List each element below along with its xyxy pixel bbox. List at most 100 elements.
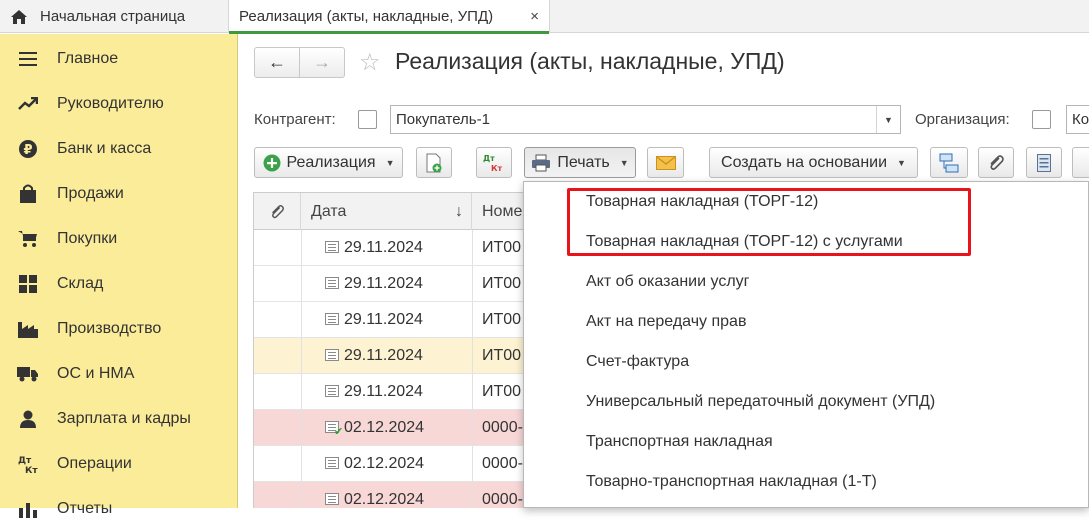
more-button[interactable] bbox=[1072, 147, 1089, 178]
counterparty-field[interactable]: Покупатель-1 ▼ bbox=[390, 105, 901, 134]
date-cell: 29.11.2024 bbox=[344, 346, 423, 364]
sidebar-item-label: Банк и касса bbox=[57, 139, 152, 157]
ruble-icon: ₽ bbox=[17, 138, 39, 160]
table-row[interactable]: ✔ 02.12.2024 0000- bbox=[254, 410, 553, 446]
number-cell: 0000- bbox=[482, 490, 523, 508]
table-row[interactable]: 29.11.2024 ИТ00 bbox=[254, 230, 553, 266]
table-row[interactable]: 29.11.2024 ИТ00 bbox=[254, 338, 553, 374]
star-icon[interactable]: ☆ bbox=[359, 48, 381, 77]
number-cell: 0000- bbox=[482, 418, 523, 436]
counterparty-label: Контрагент: bbox=[254, 111, 336, 128]
sidebar-item-manager[interactable]: Руководителю bbox=[0, 81, 238, 126]
cell-divider bbox=[472, 230, 473, 265]
sidebar-item-operations[interactable]: Дт Кт Операции bbox=[0, 441, 238, 486]
date-column-header[interactable]: Дата ↓ bbox=[301, 193, 472, 230]
document-icon bbox=[325, 385, 339, 397]
create-based-on-label: Создать на основании bbox=[721, 153, 888, 171]
sidebar-item-bank[interactable]: ₽ Банк и касса bbox=[0, 126, 238, 171]
documents-table: Дата ↓ Номе 29.11.2024 ИТ00 29.11.2024 ИТ00… bbox=[253, 192, 553, 508]
cell-divider bbox=[301, 338, 302, 373]
organization-field[interactable]: Ко bbox=[1066, 105, 1089, 134]
document-icon bbox=[325, 313, 339, 325]
sidebar-item-label: Руководителю bbox=[57, 94, 164, 112]
envelope-icon bbox=[655, 155, 676, 170]
menu-item-upd[interactable]: Универсальный передаточный документ (УПД… bbox=[524, 382, 1089, 422]
sidebar-item-fixed-assets[interactable]: ОС и НМА bbox=[0, 351, 238, 396]
back-button[interactable]: ← bbox=[255, 48, 299, 77]
cell-divider bbox=[301, 410, 302, 445]
copy-document-button[interactable] bbox=[416, 147, 452, 178]
table-row[interactable]: 29.11.2024 ИТ00 bbox=[254, 266, 553, 302]
chevron-down-icon: ▼ bbox=[619, 157, 629, 168]
cell-divider bbox=[301, 302, 302, 337]
date-cell: 29.11.2024 bbox=[344, 310, 423, 328]
highlight-frame bbox=[567, 188, 971, 256]
date-column-label: Дата bbox=[311, 202, 347, 220]
table-row[interactable]: 29.11.2024 ИТ00 bbox=[254, 302, 553, 338]
list-icon bbox=[1037, 153, 1051, 172]
menu-item-invoice[interactable]: Счет-фактура bbox=[524, 342, 1089, 382]
cell-divider bbox=[301, 482, 302, 508]
sidebar-item-purchases[interactable]: Покупки bbox=[0, 216, 238, 261]
table-row[interactable]: 02.12.2024 0000- bbox=[254, 446, 553, 482]
sidebar-item-warehouse[interactable]: Склад bbox=[0, 261, 238, 306]
shopping-bag-icon bbox=[17, 183, 39, 205]
table-header: Дата ↓ Номе bbox=[254, 192, 553, 230]
create-realization-button[interactable]: Реализация ▼ bbox=[254, 147, 403, 178]
structure-button[interactable] bbox=[930, 147, 968, 178]
sidebar-item-label: Отчеты bbox=[57, 499, 113, 517]
list-view-button[interactable] bbox=[1026, 147, 1062, 178]
number-column-label: Номе bbox=[482, 202, 523, 220]
menu-item-transport-waybill[interactable]: Транспортная накладная bbox=[524, 422, 1089, 462]
add-circle-icon bbox=[263, 154, 281, 171]
person-icon bbox=[17, 408, 39, 430]
counterparty-value: Покупатель-1 bbox=[396, 111, 490, 128]
counterparty-checkbox[interactable] bbox=[358, 110, 377, 129]
tab-realization[interactable]: Реализация (акты, накладные, УПД) × bbox=[228, 0, 550, 34]
email-button[interactable] bbox=[647, 147, 684, 178]
sidebar-item-label: Покупки bbox=[57, 229, 118, 247]
attachment-column-header[interactable] bbox=[254, 193, 301, 230]
table-row[interactable]: 29.11.2024 ИТ00 bbox=[254, 374, 553, 410]
forward-button[interactable]: → bbox=[299, 48, 344, 77]
date-cell: 29.11.2024 bbox=[344, 274, 423, 292]
tab-home[interactable]: Начальная страница bbox=[0, 0, 228, 33]
number-cell: ИТ00 bbox=[482, 274, 522, 292]
create-based-on-button[interactable]: Создать на основании ▼ bbox=[709, 147, 918, 178]
table-row[interactable]: 02.12.2024 0000- bbox=[254, 482, 553, 508]
create-realization-label: Реализация bbox=[286, 153, 376, 171]
menu-item-rights-act[interactable]: Акт на передачу прав bbox=[524, 302, 1089, 342]
nav-buttons: ← → bbox=[254, 47, 345, 78]
cart-icon bbox=[17, 228, 39, 250]
warehouse-icon bbox=[17, 273, 39, 295]
document-icon bbox=[325, 349, 339, 361]
date-cell: 02.12.2024 bbox=[344, 490, 425, 508]
menu-item-ttn-1t[interactable]: Товарно-транспортная накладная (1-Т) bbox=[524, 462, 1089, 502]
sidebar-item-salary[interactable]: Зарплата и кадры bbox=[0, 396, 238, 441]
new-document-icon bbox=[426, 153, 442, 172]
close-icon[interactable]: × bbox=[530, 8, 539, 25]
menu-item-services-act[interactable]: Акт об оказании услуг bbox=[524, 262, 1089, 302]
sidebar-item-production[interactable]: Производство bbox=[0, 306, 238, 351]
page-title: Реализация (акты, накладные, УПД) bbox=[395, 48, 785, 74]
dt-kt-button[interactable]: Дт Кт bbox=[476, 147, 512, 178]
sidebar-item-label: Операции bbox=[57, 454, 132, 472]
sidebar-item-reports[interactable]: Отчеты bbox=[0, 486, 238, 531]
sidebar-item-label: Производство bbox=[57, 319, 162, 337]
print-button[interactable]: Печать ▼ bbox=[524, 147, 636, 178]
chevron-down-icon[interactable]: ▼ bbox=[876, 106, 900, 133]
document-icon bbox=[325, 493, 339, 505]
tab-bar: Начальная страница Реализация (акты, нак… bbox=[0, 0, 1089, 34]
sidebar-item-sales[interactable]: Продажи bbox=[0, 171, 238, 216]
cell-divider bbox=[301, 374, 302, 409]
organization-label: Организация: bbox=[915, 111, 1010, 128]
sidebar-item-label: Склад bbox=[57, 274, 104, 292]
menu-icon bbox=[17, 48, 39, 70]
attach-file-button[interactable] bbox=[978, 147, 1014, 178]
paperclip-icon bbox=[990, 154, 1004, 170]
printer-icon bbox=[532, 154, 551, 171]
print-label: Печать bbox=[557, 153, 610, 171]
organization-checkbox[interactable] bbox=[1032, 110, 1051, 129]
sidebar-item-main[interactable]: Главное bbox=[0, 36, 238, 81]
svg-text:Кт: Кт bbox=[25, 466, 38, 474]
